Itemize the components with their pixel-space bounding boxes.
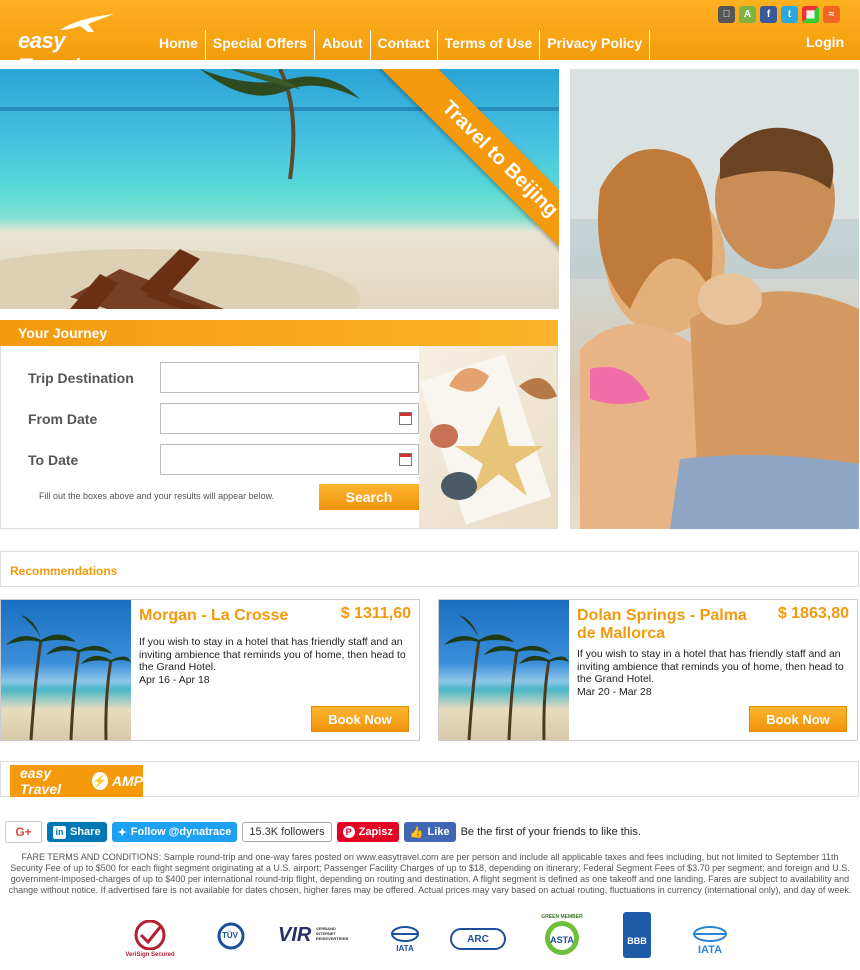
card-dates: Apr 16 - Apr 18: [139, 674, 210, 686]
recommendations-bar: Recommendations: [0, 551, 859, 587]
fare-terms: FARE TERMS AND CONDITIONS: Sample round-…: [8, 852, 852, 895]
facebook-icon[interactable]: f: [760, 6, 777, 23]
card-description: If you wish to stay in a hotel that has …: [577, 648, 844, 685]
destination-label: Trip Destination: [28, 370, 134, 386]
tuv-badge[interactable]: TÜV: [216, 922, 246, 952]
pinterest-save-button[interactable]: P Zapisz: [336, 822, 399, 842]
apple-icon[interactable]: : [718, 6, 735, 23]
main-nav: Home Special Offers About Contact Terms …: [152, 30, 651, 60]
nav-about[interactable]: About: [315, 30, 371, 60]
lightning-icon: ⚡: [91, 772, 108, 790]
calendar-icon[interactable]: [399, 412, 412, 425]
globe-icon: [693, 926, 727, 942]
amp-brand: easy Travel: [20, 765, 61, 797]
tuv-label: TÜV: [222, 931, 238, 940]
verisign-check-icon: [134, 919, 166, 951]
top-header: easy Travel  A f t ▦ ≈ Home Special Off…: [0, 0, 860, 79]
card-title[interactable]: Morgan - La Crosse: [139, 607, 324, 625]
book-now-button[interactable]: Book Now: [311, 706, 409, 732]
android-icon[interactable]: A: [739, 6, 756, 23]
twitter-label: Follow @dynatrace: [130, 826, 232, 838]
facebook-like-label: Like: [427, 826, 450, 838]
beach-thumbnail: [1, 600, 131, 740]
journey-header: Your Journey: [0, 320, 558, 346]
beach-thumbnail: [439, 600, 569, 740]
couple-photo-illustration: [570, 69, 859, 529]
recommendation-card[interactable]: Dolan Springs - Palma de Mallorca $ 1863…: [438, 599, 858, 741]
book-now-button[interactable]: Book Now: [749, 706, 847, 732]
pinterest-label: Zapisz: [358, 826, 393, 838]
arc-label: ARC: [467, 934, 489, 945]
verisign-badge[interactable]: VeriSign Secured: [118, 919, 182, 958]
trust-badges: VeriSign Secured TÜV VIR VERBAND INTERNE…: [118, 912, 738, 960]
card-price: $ 1311,60: [340, 605, 411, 622]
hero-banner[interactable]: Travel to Beijing: [0, 69, 559, 309]
iata-badge[interactable]: IATA: [388, 926, 422, 953]
nav-home[interactable]: Home: [152, 30, 206, 60]
card-title[interactable]: Dolan Springs - Palma de Mallorca: [577, 607, 762, 643]
twitter-icon[interactable]: t: [781, 6, 798, 23]
journey-hint: Fill out the boxes above and your result…: [39, 491, 275, 501]
calendar-icon[interactable]: [399, 453, 412, 466]
nav-contact[interactable]: Contact: [371, 30, 438, 60]
palm-beach-thumbnail-illustration: [444, 615, 569, 740]
verisign-label: VeriSign Secured: [125, 952, 175, 958]
nav-special-offers[interactable]: Special Offers: [206, 30, 316, 60]
pinterest-icon: P: [342, 826, 355, 838]
destination-input[interactable]: [160, 362, 419, 393]
thumbs-up-icon: 👍: [409, 826, 424, 839]
shells-decoration: [419, 346, 557, 528]
linkedin-icon: in: [53, 825, 66, 839]
bbb-badge[interactable]: BBB: [623, 912, 651, 958]
rss-icon[interactable]: ≈: [823, 6, 840, 23]
card-price: $ 1863,80: [777, 605, 849, 622]
palm-beach-thumbnail-illustration: [6, 615, 131, 740]
iata-secondary-label: IATA: [697, 944, 723, 956]
arc-badge[interactable]: ARC: [450, 928, 506, 950]
shells-illustration: [419, 353, 557, 525]
recommendation-card[interactable]: Morgan - La Crosse $ 1311,60 If you wish…: [0, 599, 420, 741]
amp-suffix: AMP: [111, 773, 143, 789]
google-plus-button[interactable]: G+: [5, 821, 42, 843]
social-icons-top:  A f t ▦ ≈: [718, 6, 840, 23]
iata-badge-secondary[interactable]: IATA: [688, 926, 732, 956]
bbb-label: BBB: [627, 936, 647, 946]
asta-badge[interactable]: GREEN MEMBER ASTA: [538, 914, 586, 958]
to-date-label: To Date: [28, 452, 79, 468]
facebook-like-text: Be the first of your friends to like thi…: [460, 826, 641, 838]
vir-badge[interactable]: VIR VERBAND INTERNET REISEVERTRIEB: [278, 924, 348, 947]
facebook-like-button[interactable]: 👍 Like: [403, 822, 456, 842]
windows-icon[interactable]: ▦: [802, 6, 819, 23]
search-button[interactable]: Search: [319, 484, 419, 510]
linkedin-label: Share: [70, 826, 101, 838]
to-date-input[interactable]: [160, 444, 419, 475]
journey-form: Trip Destination From Date To Date Fill …: [0, 346, 558, 529]
nav-terms-of-use[interactable]: Terms of Use: [438, 30, 541, 60]
vir-logo: VIR: [278, 924, 312, 946]
globe-icon: [391, 926, 419, 942]
asta-label: ASTA: [550, 935, 574, 945]
brand-logo[interactable]: easy Travel: [18, 14, 128, 79]
nav-privacy-policy[interactable]: Privacy Policy: [540, 30, 651, 60]
twitter-bird-icon: ✦: [117, 826, 127, 839]
follower-count: 15.3K followers: [242, 822, 332, 842]
social-share-row: G+ in Share ✦ Follow @dynatrace 15.3K fo…: [5, 821, 641, 843]
recommendations-title: Recommendations: [10, 564, 118, 578]
card-description: If you wish to stay in a hotel that has …: [139, 636, 406, 673]
from-date-input[interactable]: [160, 403, 419, 434]
twitter-follow-button[interactable]: ✦ Follow @dynatrace: [111, 822, 238, 842]
linkedin-share-button[interactable]: in Share: [47, 822, 107, 842]
card-dates: Mar 20 - Mar 28: [577, 686, 652, 698]
vir-subtext: VERBAND INTERNET REISEVERTRIEB: [316, 926, 349, 941]
from-date-label: From Date: [28, 411, 98, 427]
login-link[interactable]: Login: [806, 34, 844, 50]
couple-photo: [570, 69, 859, 529]
iata-label: IATA: [396, 944, 414, 953]
amp-logo[interactable]: easy Travel ⚡ AMP: [10, 765, 143, 797]
